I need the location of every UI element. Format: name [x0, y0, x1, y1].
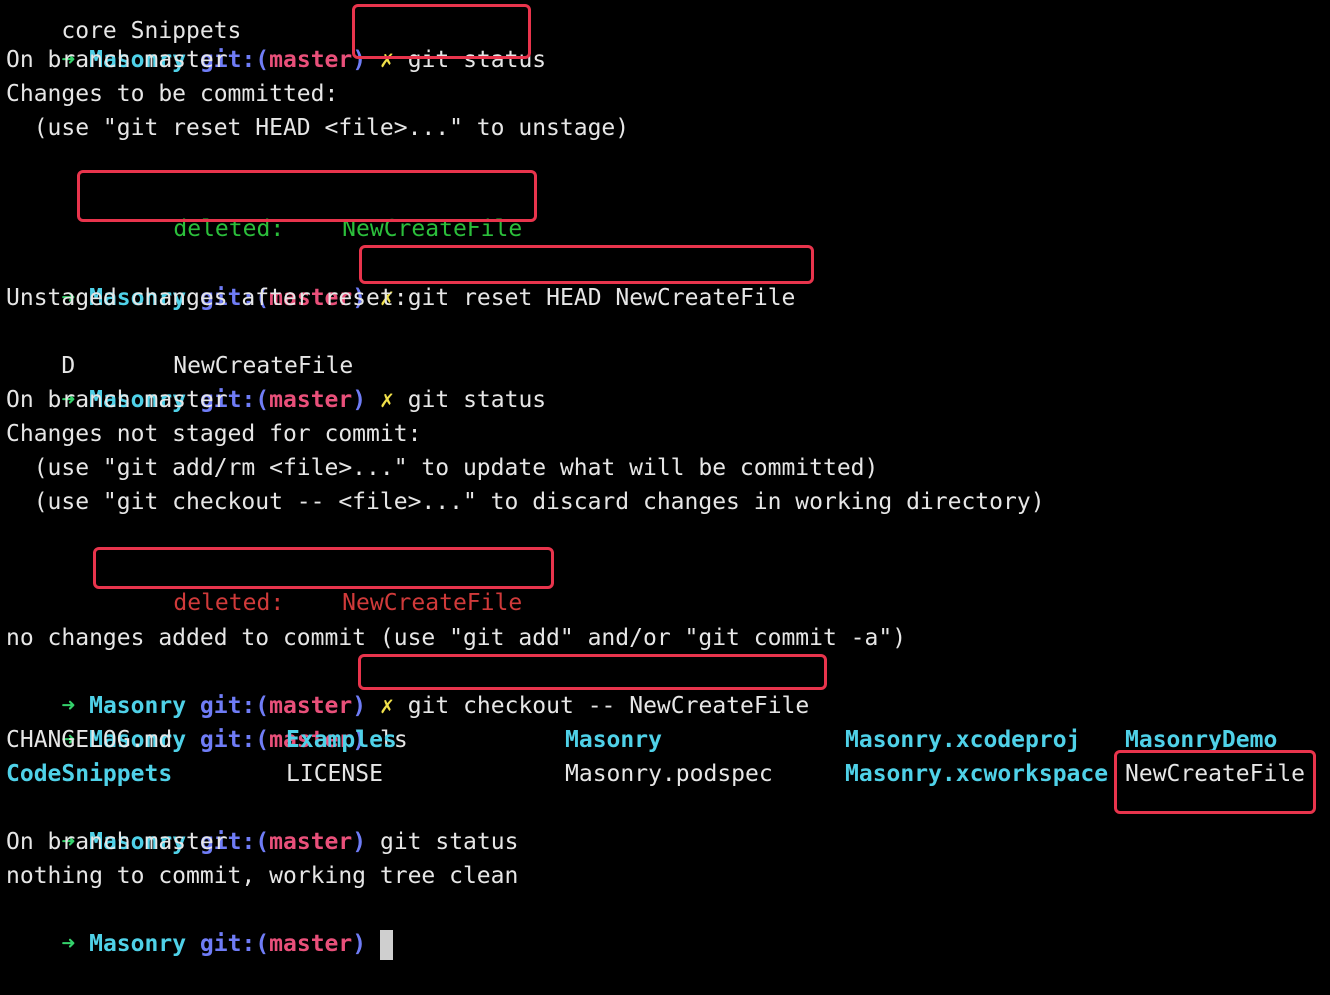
- ls-dir: Examples: [286, 727, 397, 753]
- ls-dir: CodeSnippets: [6, 761, 173, 787]
- highlight-box-git-reset: [359, 245, 814, 284]
- highlight-box-restored-file: [1114, 750, 1316, 814]
- output-line: no changes added to commit (use "git add…: [6, 625, 907, 651]
- prompt-branch: master: [269, 829, 353, 855]
- unstaged-deleted-file: NewCreateFile: [342, 590, 523, 616]
- ls-dir: Masonry.xcworkspace: [845, 761, 1109, 787]
- prompt-directory: Masonry: [89, 931, 187, 957]
- output-line: Changes not staged for commit:: [6, 421, 422, 447]
- prompt-branch: master: [269, 387, 353, 413]
- output-line-d-status: D NewCreateFile: [6, 315, 353, 379]
- ls-file: LICENSE: [286, 761, 383, 787]
- output-line: On branch master: [6, 387, 228, 413]
- output-line: On branch master: [6, 829, 228, 855]
- terminal-window[interactable]: core Snippets ➜ Masonry git:(master) ✗ g…: [0, 0, 1330, 960]
- prompt-line-5: ➜ Masonry git:(master) ls: [6, 689, 407, 753]
- prompt-line-6: ➜ Masonry git:(master) git status: [6, 791, 518, 855]
- prompt-branch: master: [269, 47, 353, 73]
- prompt-dirty-mark: ✗: [379, 387, 394, 413]
- output-line: nothing to commit, working tree clean: [6, 863, 519, 889]
- output-line: (use "git add/rm <file>..." to update wh…: [6, 455, 879, 481]
- command-text: git status: [407, 387, 547, 413]
- output-line: Changes to be committed:: [6, 81, 339, 107]
- unstaged-deleted-label: deleted:: [173, 590, 285, 616]
- prompt-git-suffix: ): [352, 931, 367, 957]
- prompt-line-current[interactable]: ➜ Masonry git:(master): [6, 893, 393, 960]
- highlight-box-unstaged-deleted: [93, 547, 554, 589]
- highlight-box-staged-deleted: [77, 170, 537, 222]
- output-line: On branch master: [6, 47, 228, 73]
- ls-dir: Masonry.xcodeproj: [845, 727, 1081, 753]
- highlight-box-git-checkout: [358, 654, 827, 690]
- output-line: (use "git checkout -- <file>..." to disc…: [6, 489, 1045, 515]
- output-line: Unstaged changes after reset:: [6, 285, 408, 311]
- output-line: (use "git reset HEAD <file>..." to unsta…: [6, 115, 630, 141]
- prompt-git-suffix: ): [352, 387, 367, 413]
- command-text: git reset HEAD NewCreateFile: [407, 285, 796, 311]
- ls-file: CHANGELOG.md: [6, 727, 173, 753]
- ls-file: Masonry.podspec: [565, 761, 773, 787]
- terminal-cursor[interactable]: [379, 929, 393, 960]
- command-text: git checkout -- NewCreateFile: [407, 693, 810, 719]
- highlight-box-git-status: [352, 4, 531, 59]
- command-text: git status: [379, 829, 519, 855]
- prompt-git-suffix: ): [352, 829, 367, 855]
- prompt-git-prefix: git:(: [199, 931, 270, 957]
- prompt-branch: master: [269, 931, 353, 957]
- prompt-line-3: ➜ Masonry git:(master) ✗ git status: [6, 349, 546, 413]
- prompt-arrow-icon: ➜: [61, 931, 76, 957]
- ls-dir: Masonry: [565, 727, 662, 753]
